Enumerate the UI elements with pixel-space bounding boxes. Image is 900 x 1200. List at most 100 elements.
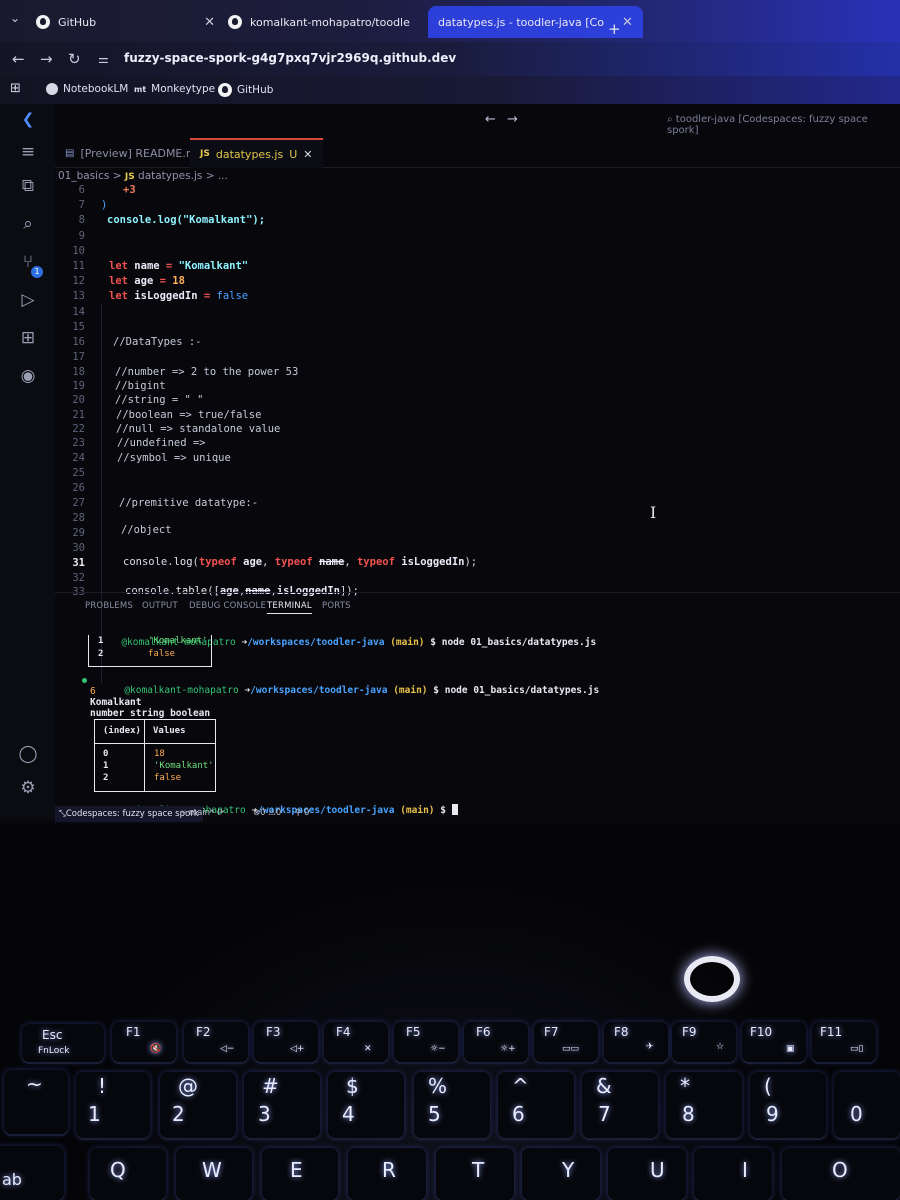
nav-forward-icon[interactable]: → [507,112,518,127]
vscode-window: ❮ ≡ ⧉ ⌕ ⑂ 1 ▷ ⊞ ◉ ◯ ⚙ ← → ⌕ toodler-java… [0,104,900,824]
branch-icon: ⑂ [181,808,189,818]
panel-tab-problems[interactable]: PROBLEMS [85,601,133,611]
key-esc: Esc FnLock [22,1024,104,1062]
site-settings-icon[interactable]: ⚌ [98,52,109,66]
settings-gear-icon[interactable]: ⚙ [17,778,39,800]
url-field[interactable]: fuzzy-space-spork-g4g7pxq7vjr2969q.githu… [124,51,456,65]
close-icon[interactable]: ✕ [204,15,215,30]
brightness-down-icon: ☼− [430,1044,446,1054]
menu-icon[interactable]: ≡ [17,142,39,164]
editor-tabs: ▤ [Preview] README.md JS datatypes.js U … [55,138,900,168]
code-editor[interactable]: 6 +3 7 ) 8 console.log("Komalkant"); 9 1… [55,184,900,684]
comment-line: //DataTypes :- [113,336,202,348]
search-icon[interactable]: ⌕ [17,214,39,236]
new-tab-plus-icon[interactable]: + [608,20,621,38]
code-line: let name = "Komalkant" [109,260,248,272]
notebooklm-icon [46,83,58,95]
line-number: 21 [72,409,85,421]
key-f6: F6 ☼+ [464,1022,528,1062]
brightness-up-icon: ☼+ [500,1044,516,1054]
panel-tab-terminal[interactable]: TERMINAL [267,601,312,614]
line-number: 13 [72,290,85,302]
nav-back-icon[interactable]: ← [485,112,496,127]
key-1: ! 1 [76,1072,150,1138]
key-shift-label: $ [346,1074,359,1098]
line-number: 20 [72,394,85,406]
comment-line: //boolean => true/false [116,409,262,421]
bookmark-notebooklm[interactable]: NotebookLM [46,83,128,95]
key-f8: F8 ✈ [604,1022,668,1062]
line-number: 25 [72,467,85,479]
code-line-typeof: console.log(typeof age, typeof name, typ… [123,556,478,568]
command-center-search[interactable]: ⌕ toodler-java [Codespaces: fuzzy space … [667,114,900,136]
tab-repo[interactable]: komalkant-mohapatro/toodle ✕ [218,6,449,38]
key-shift-label: # [262,1074,279,1098]
line-number: 9 [78,230,85,242]
panel-tab-output[interactable]: OUTPUT [142,601,178,611]
panel-tab-ports[interactable]: PORTS [322,601,351,611]
untracked-badge: U [289,147,298,161]
key-label: R [382,1158,396,1182]
operator-token: = [203,290,211,302]
bookmark-github[interactable]: GitHub [218,83,273,97]
key-label: 6 [512,1102,525,1126]
key-f10: F10 ▣ [742,1022,806,1062]
line-number: 19 [72,380,85,392]
variable-token: name [134,260,160,272]
phone-link-icon: ▭▯ [850,1044,864,1054]
key-i: I [694,1148,772,1200]
branch-indicator[interactable]: ⑂ main* ⟳ [181,808,224,818]
bottom-panel: PROBLEMS OUTPUT DEBUG CONSOLE TERMINAL P… [55,592,900,816]
key-label: 7 [598,1102,611,1126]
tab-label: datatypes.js - toodler-java [Co [438,15,604,29]
mic-mute-icon: ✕ [364,1044,372,1054]
tab-github[interactable]: GitHub ✕ [26,6,225,38]
ports-label: 0 [303,808,310,818]
table-cell: 'Komalkant' [148,636,208,646]
comment-line: //number => 2 to the power 53 [115,366,299,378]
ports-indicator[interactable]: ⚲ 0 [295,808,309,818]
key-label: F1 [126,1025,141,1039]
key-2: @ 2 [160,1072,236,1138]
key-3: # 3 [244,1072,320,1138]
close-icon[interactable]: ✕ [622,15,633,30]
tab-label: datatypes.js [215,147,284,161]
forward-arrow-icon[interactable]: → [40,50,53,68]
line-number-current: 31 [72,557,85,569]
breadcrumb-file[interactable]: datatypes.js [138,170,202,182]
line-number: 23 [72,437,85,449]
bookmark-monkeytype[interactable]: mt Monkeytype [134,83,215,95]
explorer-files-icon[interactable]: ⧉ [17,176,39,198]
breadcrumb-folder[interactable]: 01_basics [58,170,109,182]
key-label: F10 [750,1025,773,1039]
close-icon[interactable]: ✕ [303,148,312,161]
github-icon[interactable]: ◉ [17,366,39,388]
line-number: 27 [72,497,85,509]
reload-icon[interactable]: ↻ [68,50,81,68]
remote-label: Codespaces: fuzzy space spork [65,809,199,819]
key-7: & 7 [582,1072,658,1138]
key-4: $ 4 [328,1072,404,1138]
prompt-user: @komalkant-mohapatro [124,685,239,696]
table-cell: 'Komalkant' [154,761,214,771]
operator-token: = [165,260,173,272]
back-arrow-icon[interactable]: ← [12,50,25,68]
panel-tab-debug-console[interactable]: DEBUG CONSOLE [189,601,266,611]
tab-list-chevron-icon[interactable]: ⌄ [10,11,20,25]
account-icon[interactable]: ◯ [17,744,39,766]
comment-line: //null => standalone value [116,423,281,435]
breadcrumb-separator: > ... [205,170,228,182]
extensions-icon[interactable]: ⊞ [17,328,39,350]
key-tab: ab [0,1146,64,1200]
key-shift-label: % [428,1074,448,1098]
apps-grid-icon[interactable]: ⊞ [10,81,21,96]
key-9: ( 9 [750,1072,826,1138]
breadcrumb: 01_basics > JS datatypes.js > ... [58,170,228,182]
run-debug-icon[interactable]: ▷ [17,290,39,312]
tab-datatypes-js[interactable]: JS datatypes.js U ✕ [190,138,323,168]
key-label: Y [562,1158,575,1182]
problems-indicator[interactable]: ⊗0 ⚠0 [253,808,281,818]
line-number: 12 [72,275,85,287]
key-r: R [348,1148,426,1200]
prompt-branch: (main) [390,637,425,648]
